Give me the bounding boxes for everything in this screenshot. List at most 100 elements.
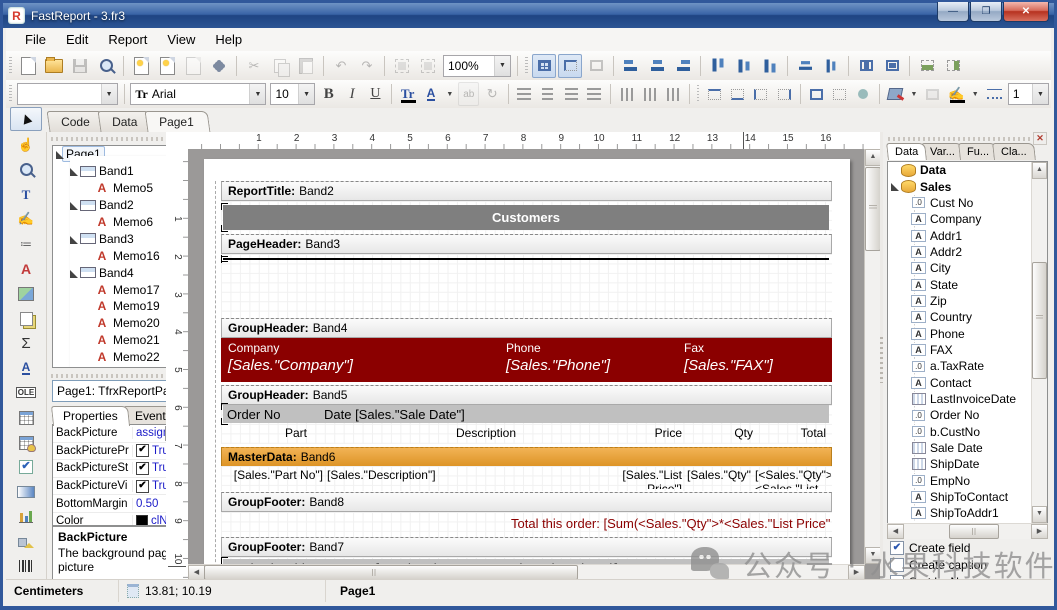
align-bottom-button[interactable] <box>663 82 684 106</box>
tree-expander-icon[interactable] <box>69 166 79 176</box>
save-report-button[interactable] <box>68 54 92 78</box>
menu-item[interactable]: Edit <box>57 29 97 50</box>
toolbar-grip[interactable] <box>525 57 528 75</box>
select-tool-button[interactable]: ▶ <box>10 107 42 131</box>
align-to-grid-button[interactable] <box>558 54 582 78</box>
underline-button[interactable]: U <box>365 82 386 106</box>
memo-description[interactable]: [Sales."Description"] <box>327 468 567 489</box>
band-header-groupfooter7[interactable]: GroupFooter: Band7 <box>221 537 832 557</box>
delete-page-button[interactable] <box>181 54 205 78</box>
memo-qty[interactable]: [Sales."Qty"] <box>687 468 751 489</box>
menu-item[interactable]: View <box>158 29 204 50</box>
option-row[interactable]: ✔ Create caption <box>890 557 987 573</box>
band-content-masterdata[interactable]: [Sales."Part No"] [Sales."Description"] … <box>221 466 832 491</box>
line-color-dropdown[interactable]: ▼ <box>969 82 982 106</box>
gradient-object-button[interactable] <box>12 481 40 503</box>
ungroup-button[interactable] <box>416 54 440 78</box>
column-header-qty[interactable]: Qty <box>693 426 753 440</box>
checkbox-icon[interactable]: ✔ <box>890 541 904 555</box>
field-item[interactable]: a.TaxRate <box>888 358 1047 374</box>
design-horizontal-scrollbar[interactable]: ◀ ▶ <box>188 564 865 580</box>
text-condition-button[interactable]: ab <box>458 82 479 106</box>
new-report-button[interactable] <box>16 54 40 78</box>
field-item[interactable]: Country <box>888 309 1047 325</box>
copy-button[interactable] <box>268 54 292 78</box>
tab-properties[interactable]: Properties <box>51 406 130 426</box>
band-content-groupheader4[interactable]: Company [Sales."Company"] Phone [Sales."… <box>221 338 832 382</box>
cross-tab-button[interactable] <box>12 407 40 429</box>
bold-button[interactable]: B <box>318 82 339 106</box>
dataset-node-sales[interactable]: Sales <box>888 178 1047 194</box>
memo-order-date[interactable]: Order No Date [Sales."Sale Date"] <box>223 405 829 423</box>
chevron-down-icon[interactable]: ▼ <box>298 84 314 104</box>
close-dock-icon[interactable]: ✕ <box>1033 132 1047 145</box>
scroll-right-icon[interactable]: ▶ <box>848 565 865 580</box>
line-color-button[interactable]: ✍ <box>946 82 967 106</box>
column-header-part[interactable]: Part <box>266 426 326 440</box>
checkbox-icon[interactable]: ✔ <box>890 558 904 572</box>
space-horizontally-button[interactable] <box>793 54 817 78</box>
subreport-object-button[interactable] <box>12 307 40 329</box>
picture-object-button[interactable] <box>12 283 40 305</box>
fill-color-button[interactable] <box>884 82 905 106</box>
field-item[interactable]: Sale Date <box>888 440 1047 456</box>
field-item[interactable]: EmpNo <box>888 473 1047 489</box>
hand-tool-button[interactable]: ☝ <box>12 134 40 156</box>
open-report-button[interactable] <box>42 54 66 78</box>
line-width-combo[interactable]: 1 ▼ <box>1008 83 1049 105</box>
field-item[interactable]: ShipDate <box>888 456 1047 472</box>
center-vertically-button[interactable] <box>880 54 904 78</box>
chevron-down-icon[interactable]: ▼ <box>101 84 117 104</box>
chevron-down-icon[interactable]: ▼ <box>1032 84 1048 104</box>
field-item[interactable]: Contact <box>888 374 1047 390</box>
band-content-groupfooter8[interactable]: Total this order: [Sum(<Sales."Qty">*<Sa… <box>221 512 832 537</box>
align-centers-button[interactable] <box>645 54 669 78</box>
maximize-button[interactable]: ❐ <box>970 2 1002 22</box>
field-item[interactable]: Addr1 <box>888 227 1047 243</box>
tree-expander-icon[interactable] <box>83 335 93 345</box>
italic-button[interactable]: I <box>341 82 362 106</box>
band-header-groupheader5[interactable]: GroupHeader: Band5 <box>221 385 832 405</box>
designer-tab[interactable]: Page1 <box>145 111 211 132</box>
scrollbar-thumb[interactable] <box>865 167 881 251</box>
font-name-combo[interactable]: Tr Arial ▼ <box>130 83 266 105</box>
data-root-node[interactable]: Data <box>888 162 1047 178</box>
draw-object-button[interactable]: A <box>12 357 40 379</box>
tree-expander-icon[interactable] <box>83 251 93 261</box>
band-header-reporttitle[interactable]: ReportTitle: Band2 <box>221 181 832 201</box>
fill-style-button[interactable] <box>922 82 943 106</box>
align-top-button[interactable] <box>616 82 637 106</box>
band-header-groupheader4[interactable]: GroupHeader: Band4 <box>221 318 832 338</box>
band-header-pageheader[interactable]: PageHeader: Band3 <box>221 234 832 254</box>
option-row[interactable]: ✔ Create field <box>890 540 987 556</box>
band-header-groupfooter8[interactable]: GroupFooter: Band8 <box>221 492 832 512</box>
bottom-page-tab[interactable]: Page1 <box>326 580 383 602</box>
tree-expander-icon[interactable] <box>83 285 93 295</box>
scroll-left-icon[interactable]: ◀ <box>887 524 904 539</box>
cut-button[interactable]: ✂ <box>242 54 266 78</box>
scroll-up-icon[interactable]: ▲ <box>865 149 881 166</box>
field-item[interactable]: Company <box>888 211 1047 227</box>
preview-button[interactable] <box>94 54 118 78</box>
scrollbar-thumb[interactable] <box>1032 262 1047 379</box>
field-item[interactable]: Addr2 <box>888 244 1047 260</box>
memo-order-total[interactable]: Total this order: [Sum(<Sales."Qty">*<Sa… <box>511 516 830 531</box>
tree-expander-icon[interactable] <box>83 217 93 227</box>
checkbox-icon[interactable]: ✔ <box>136 444 149 457</box>
field-item[interactable]: City <box>888 260 1047 276</box>
new-dialog-button[interactable] <box>155 54 179 78</box>
field-item[interactable]: State <box>888 276 1047 292</box>
insert-band-button[interactable]: ≔ <box>12 233 40 255</box>
scroll-up-icon[interactable]: ▲ <box>1032 162 1047 179</box>
fit-to-grid-button[interactable] <box>584 54 608 78</box>
column-header-total[interactable]: Total <box>766 426 826 440</box>
same-width-button[interactable] <box>915 54 939 78</box>
field-item[interactable]: ShipToAddr1 <box>888 505 1047 521</box>
memo-list-price[interactable]: [Sales."List Price"] <box>612 468 682 489</box>
highlight-dropdown[interactable]: ▼ <box>444 82 457 106</box>
memo-company-header[interactable]: Company [Sales."Company"] Phone [Sales."… <box>221 338 832 382</box>
checkbox-object-button[interactable]: ✔ <box>12 456 40 478</box>
chevron-down-icon[interactable]: ▼ <box>249 84 265 104</box>
align-center-button[interactable] <box>537 82 558 106</box>
system-text-button[interactable]: Σ <box>12 332 40 354</box>
